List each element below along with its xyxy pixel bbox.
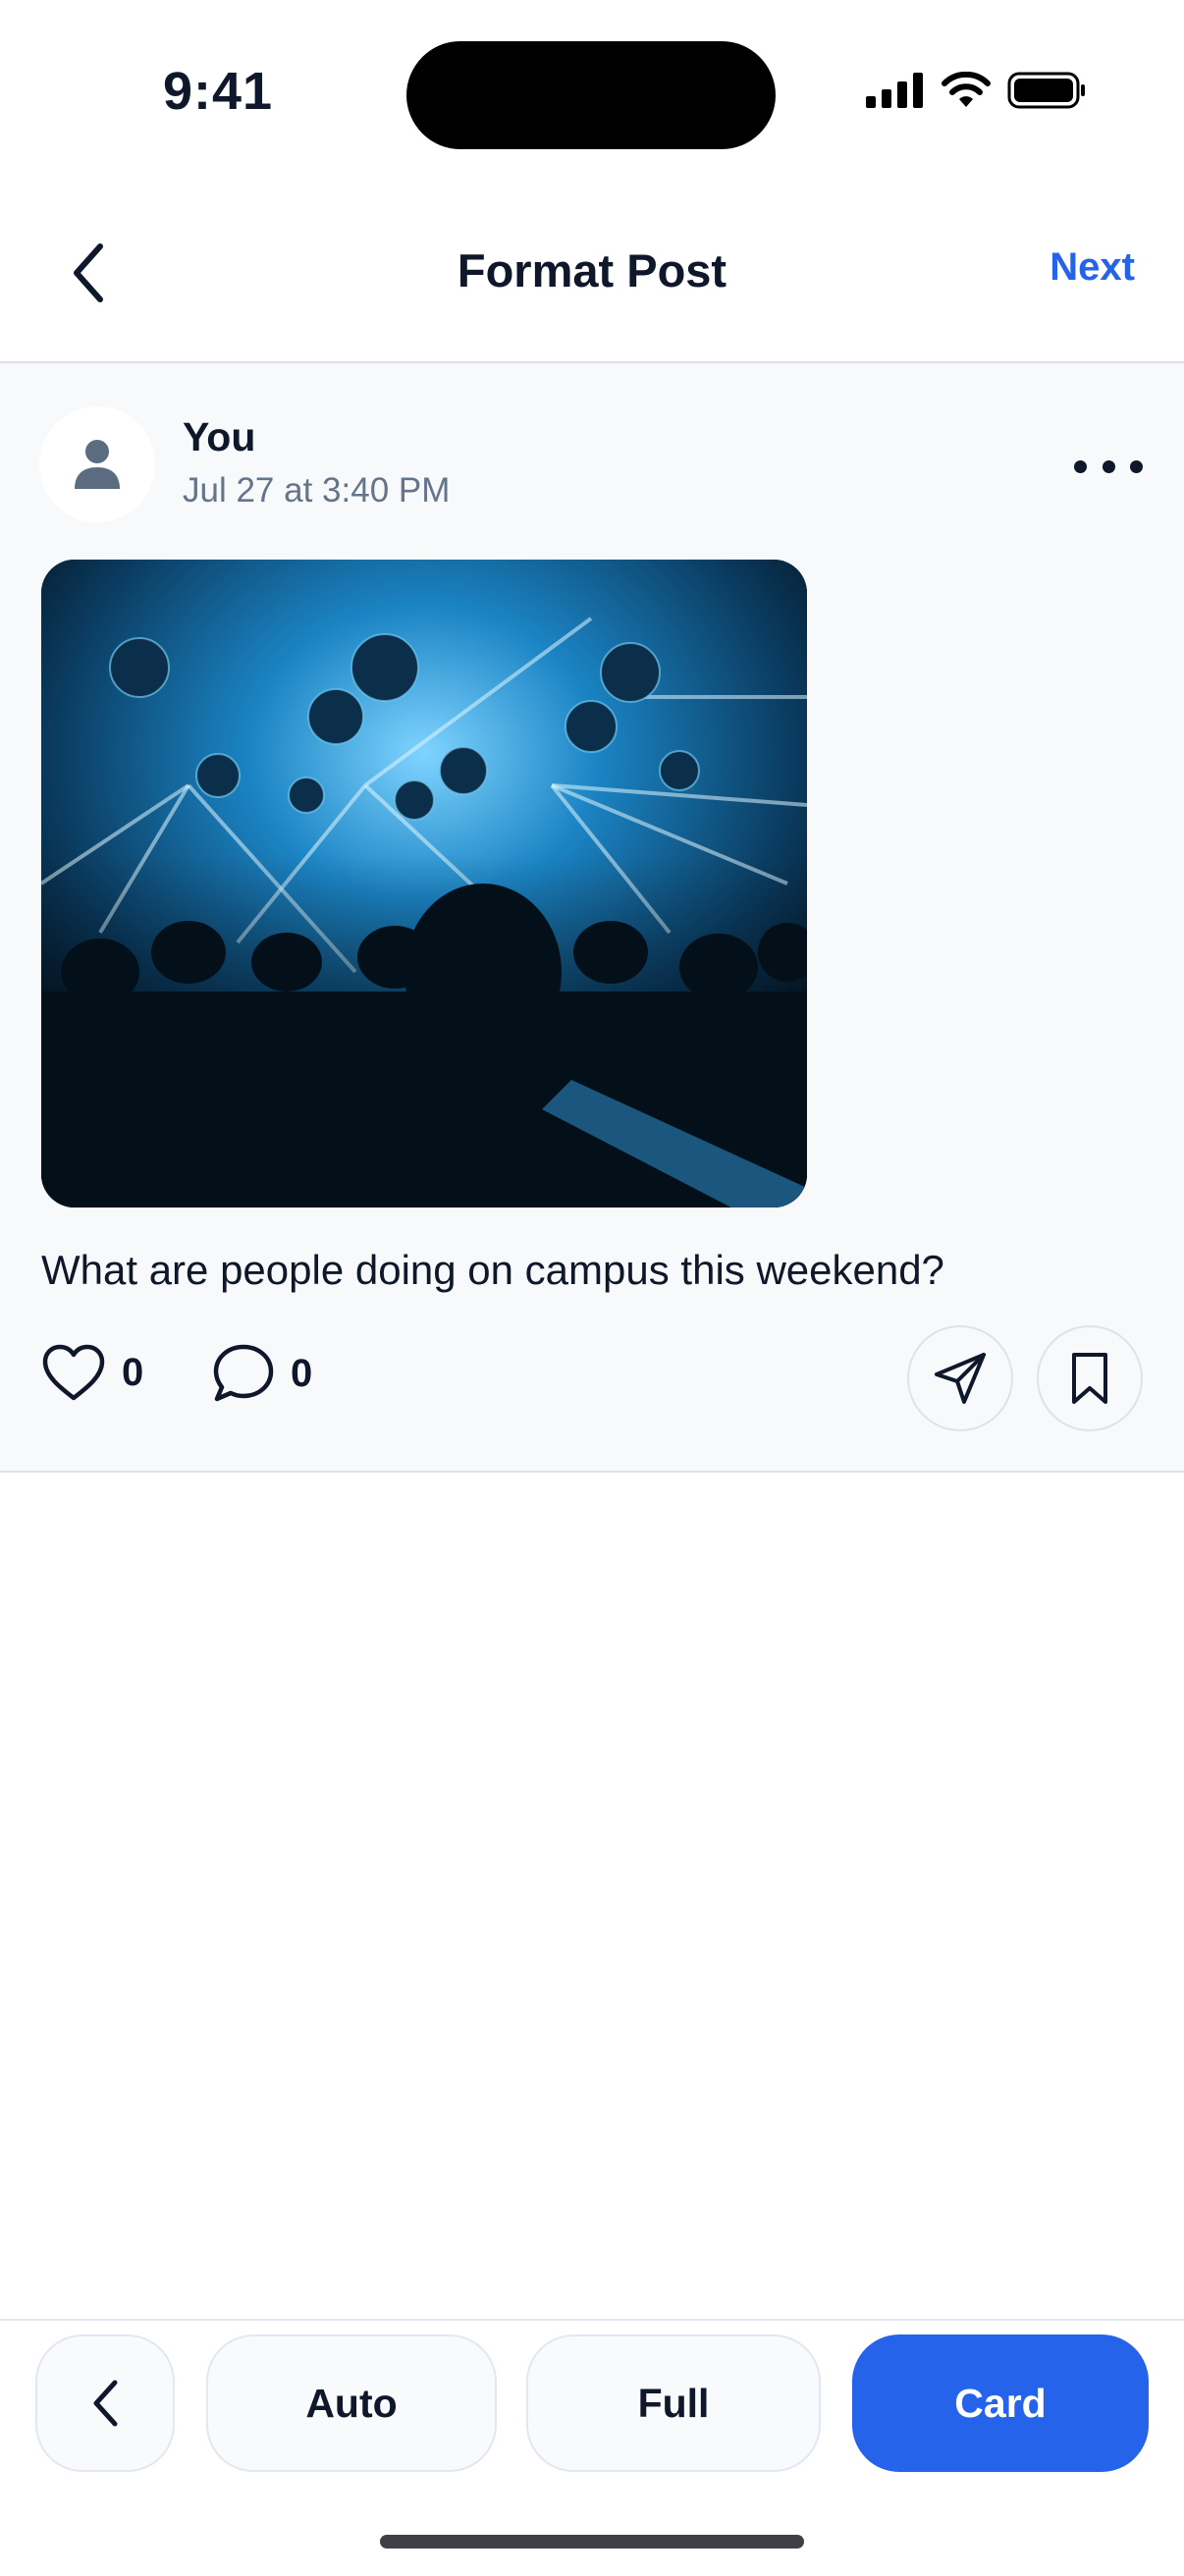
- like-count: 0: [122, 1350, 144, 1394]
- format-option-card[interactable]: Card: [852, 2334, 1149, 2472]
- post-preview: You Jul 27 at 3:40 PM What are people do…: [0, 363, 1184, 1473]
- bookmark-icon: [1072, 1353, 1107, 1404]
- post-image[interactable]: [41, 560, 807, 1208]
- avatar[interactable]: [39, 406, 155, 522]
- send-icon: [935, 1353, 986, 1404]
- comment-icon: [213, 1344, 274, 1402]
- status-time: 9:41: [163, 62, 274, 121]
- format-option-full[interactable]: Full: [526, 2334, 821, 2472]
- post-timestamp: Jul 27 at 3:40 PM: [183, 471, 451, 510]
- comment-count: 0: [291, 1351, 313, 1395]
- bookmark-button[interactable]: [1037, 1325, 1143, 1431]
- more-horizontal-icon: [1074, 459, 1087, 473]
- status-bar: 9:41: [0, 0, 1184, 187]
- person-icon: [75, 440, 120, 489]
- post-caption: What are people doing on campus this wee…: [41, 1247, 944, 1293]
- page-title: Format Post: [457, 244, 727, 296]
- comment-button[interactable]: 0: [212, 1343, 312, 1404]
- back-chevron-icon: [93, 2380, 118, 2427]
- heart-icon: [42, 1344, 105, 1401]
- dynamic-island: [406, 41, 776, 149]
- status-icons: [866, 71, 1086, 110]
- concert-photo: [41, 560, 807, 1208]
- like-button[interactable]: 0: [41, 1343, 143, 1402]
- wifi-icon: [942, 72, 991, 107]
- next-button[interactable]: Next: [1049, 245, 1135, 290]
- cellular-signal-icon: [866, 73, 923, 108]
- author-name[interactable]: You: [183, 414, 255, 460]
- toolbar-back-button[interactable]: [35, 2334, 175, 2472]
- home-indicator: [380, 2535, 804, 2549]
- more-options-button[interactable]: [1074, 452, 1143, 481]
- post-actions: 0 0: [41, 1325, 1143, 1433]
- share-button[interactable]: [907, 1325, 1013, 1431]
- format-option-auto[interactable]: Auto: [206, 2334, 497, 2472]
- battery-icon: [1007, 72, 1085, 109]
- header: Format Post Next: [0, 187, 1184, 363]
